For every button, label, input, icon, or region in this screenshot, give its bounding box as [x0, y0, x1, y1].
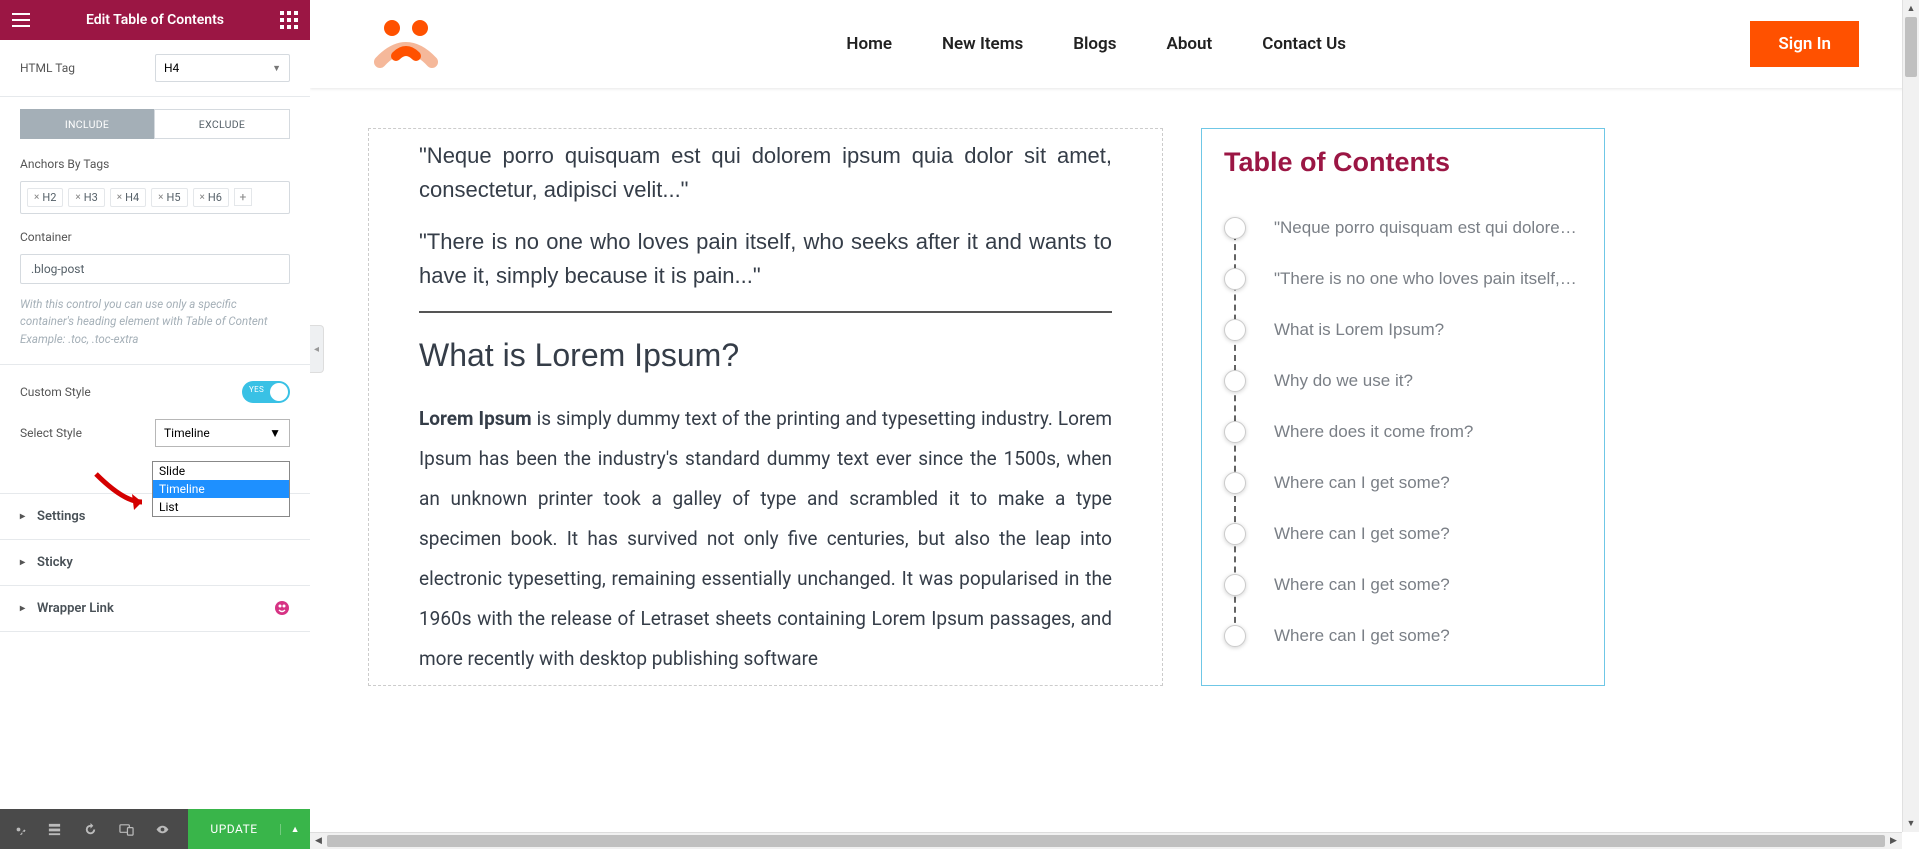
hamburger-icon[interactable] [10, 9, 32, 31]
signin-button[interactable]: Sign In [1750, 21, 1859, 67]
nav-contact[interactable]: Contact Us [1262, 34, 1346, 54]
preview-icon[interactable] [144, 809, 180, 849]
panel-footer: UPDATE ▲ [0, 809, 310, 849]
toc-dot [1224, 217, 1246, 239]
custom-style-toggle[interactable]: YES [242, 381, 290, 403]
accordion-wrapper-link[interactable]: ▸Wrapper Link [0, 586, 310, 632]
select-style-dropdown: Slide Timeline List [152, 461, 290, 517]
html-tag-label: HTML Tag [20, 61, 75, 75]
panel-header: Edit Table of Contents [0, 0, 310, 40]
toc-link[interactable]: Where can I get some? [1274, 524, 1450, 544]
toc-list: "Neque porro quisquam est qui dolorem i.… [1224, 202, 1580, 661]
toc-link[interactable]: Where can I get some? [1274, 626, 1450, 646]
pro-badge-icon [274, 600, 290, 616]
tag-h5[interactable]: ×H5 [151, 188, 187, 207]
scrollbar-thumb[interactable] [1905, 17, 1917, 77]
panel-body: HTML Tag H4 ▼ INCLUDE EXCLUDE Anchors By… [0, 40, 310, 809]
nav-blogs[interactable]: Blogs [1073, 34, 1116, 54]
anchors-tags-input[interactable]: ×H2 ×H3 ×H4 ×H5 ×H6 + [20, 181, 290, 214]
heading-what-is: What is Lorem Ipsum? [419, 337, 1112, 374]
toc-dot [1224, 319, 1246, 341]
editor-sidebar: Edit Table of Contents HTML Tag H4 ▼ INC… [0, 0, 310, 849]
responsive-icon[interactable] [108, 809, 144, 849]
vertical-scrollbar[interactable]: ▲ ▼ [1902, 0, 1919, 832]
panel-title: Edit Table of Contents [86, 12, 224, 28]
toc-widget[interactable]: Table of Contents "Neque porro quisquam … [1201, 128, 1605, 686]
html-tag-select[interactable]: H4 ▼ [155, 54, 290, 82]
toc-dot [1224, 268, 1246, 290]
toc-dot [1224, 523, 1246, 545]
horizontal-scrollbar[interactable]: ◀ ▶ [310, 832, 1902, 849]
select-style-select[interactable]: Timeline ▼ [155, 419, 290, 447]
toc-dot [1224, 370, 1246, 392]
toc-dot [1224, 472, 1246, 494]
nav-about[interactable]: About [1166, 34, 1212, 54]
scroll-right-icon[interactable]: ▶ [1885, 833, 1902, 849]
anchors-label: Anchors By Tags [0, 151, 310, 181]
toc-title: Table of Contents [1224, 147, 1580, 178]
body-paragraph: Lorem Ipsum is simply dummy text of the … [419, 400, 1112, 680]
settings-icon[interactable] [0, 809, 36, 849]
scroll-left-icon[interactable]: ◀ [310, 833, 327, 849]
update-button[interactable]: UPDATE [188, 822, 279, 836]
history-icon[interactable] [72, 809, 108, 849]
quote-2: "There is no one who loves pain itself, … [419, 225, 1112, 293]
toc-link[interactable]: "There is no one who loves pain itself, … [1274, 269, 1580, 289]
custom-style-label: Custom Style [20, 385, 91, 399]
option-timeline[interactable]: Timeline [153, 480, 289, 498]
add-tag-button[interactable]: + [234, 188, 252, 206]
quote-1: "Neque porro quisquam est qui dolorem ip… [419, 139, 1112, 207]
site-header: Home New Items Blogs About Contact Us Si… [310, 0, 1919, 88]
accordion-sticky[interactable]: ▸Sticky [0, 540, 310, 586]
tag-h4[interactable]: ×H4 [110, 188, 146, 207]
container-label: Container [0, 224, 310, 254]
toggle-knob [270, 383, 288, 401]
apps-grid-icon[interactable] [278, 9, 300, 31]
post-section: "Neque porro quisquam est qui dolorem ip… [368, 128, 1163, 686]
navigator-icon[interactable] [36, 809, 72, 849]
toc-dot [1224, 625, 1246, 647]
main-nav: Home New Items Blogs About Contact Us [846, 34, 1346, 54]
toc-link[interactable]: Where can I get some? [1274, 473, 1450, 493]
nav-home[interactable]: Home [846, 34, 892, 54]
tag-h3[interactable]: ×H3 [68, 188, 104, 207]
toc-link[interactable]: Where can I get some? [1274, 575, 1450, 595]
caret-down-icon: ▼ [272, 63, 281, 74]
scroll-down-icon[interactable]: ▼ [1903, 815, 1919, 832]
option-slide[interactable]: Slide [153, 462, 289, 480]
toc-link[interactable]: Where does it come from? [1274, 422, 1473, 442]
include-exclude-tabs: INCLUDE EXCLUDE [0, 97, 310, 151]
scroll-up-icon[interactable]: ▲ [1903, 0, 1919, 17]
caret-down-icon: ▼ [269, 426, 281, 440]
site-logo[interactable] [370, 16, 442, 72]
tag-h2[interactable]: ×H2 [27, 188, 63, 207]
container-help: With this control you can use only a spe… [0, 292, 310, 364]
tab-include[interactable]: INCLUDE [20, 109, 154, 139]
toc-link[interactable]: Why do we use it? [1274, 371, 1413, 391]
divider [419, 311, 1112, 313]
tab-exclude[interactable]: EXCLUDE [154, 109, 290, 139]
collapse-sidebar-handle[interactable]: ◂ [310, 325, 324, 373]
update-button-group: UPDATE ▲ [188, 809, 310, 849]
option-list[interactable]: List [153, 498, 289, 516]
toc-link[interactable]: What is Lorem Ipsum? [1274, 320, 1444, 340]
toc-dot [1224, 421, 1246, 443]
select-style-label: Select Style [20, 426, 82, 440]
scrollbar-thumb[interactable] [327, 835, 1885, 847]
update-dropdown-caret[interactable]: ▲ [280, 824, 310, 835]
toc-dot [1224, 574, 1246, 596]
nav-new-items[interactable]: New Items [942, 34, 1023, 54]
preview-canvas: Home New Items Blogs About Contact Us Si… [310, 0, 1919, 849]
container-input[interactable]: .blog-post [20, 254, 290, 284]
tag-h6[interactable]: ×H6 [193, 188, 229, 207]
toc-link[interactable]: "Neque porro quisquam est qui dolorem i.… [1274, 218, 1580, 238]
